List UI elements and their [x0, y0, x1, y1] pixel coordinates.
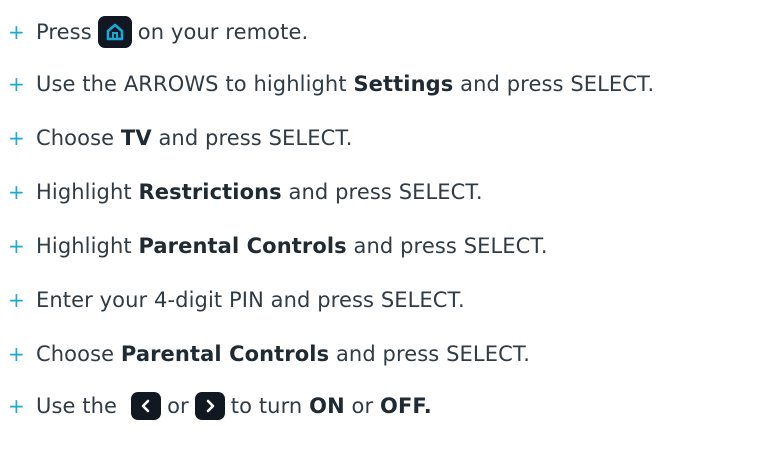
bullet-plus: +	[8, 20, 25, 44]
step-text: Highlight	[36, 233, 139, 258]
step-text: Choose	[36, 125, 121, 150]
step-text: and press SELECT.	[346, 233, 548, 258]
step-2: + Use the ARROWS to highlight Settings a…	[8, 64, 654, 104]
step-4: + Highlight Restrictions and press SELEC…	[8, 172, 483, 212]
step-text: or	[344, 393, 380, 418]
step-6: + Enter your 4-digit PIN and press SELEC…	[8, 280, 465, 320]
bullet-plus: +	[8, 288, 25, 312]
step-text: and press SELECT.	[453, 71, 655, 96]
step-text: Press	[36, 19, 92, 44]
step-text: and press SELECT.	[329, 341, 531, 366]
step-7: + Choose Parental Controls and press SEL…	[8, 334, 530, 374]
step-text: Use the ARROWS to highlight	[36, 71, 354, 96]
bullet-plus: +	[8, 234, 25, 258]
step-text: and press SELECT.	[151, 125, 353, 150]
bullet-plus: +	[8, 180, 25, 204]
bullet-plus: +	[8, 72, 25, 96]
step-text: Highlight	[36, 179, 139, 204]
step-bold: ON	[309, 393, 345, 418]
chevron-right-icon	[194, 392, 225, 420]
step-text: on your remote.	[137, 19, 309, 44]
step-bold: Parental Controls	[138, 233, 347, 258]
step-bold: Settings	[353, 71, 454, 96]
step-text: Use the	[36, 393, 118, 418]
step-1: + Press on your remote.	[8, 12, 308, 52]
step-text: to turn	[230, 393, 310, 418]
chevron-left-icon	[131, 392, 162, 420]
step-8: + Use the or to turn ON or OFF.	[8, 386, 432, 426]
bullet-plus: +	[8, 342, 25, 366]
step-text: Enter your 4-digit PIN and press SELECT.	[36, 287, 465, 312]
step-bold: Restrictions	[138, 179, 282, 204]
step-text: or	[167, 393, 189, 418]
step-5: + Highlight Parental Controls and press …	[8, 226, 548, 266]
step-bold: OFF.	[380, 393, 432, 418]
step-text: Choose	[36, 341, 121, 366]
bullet-plus: +	[8, 126, 25, 150]
home-icon	[97, 16, 132, 48]
step-bold: Parental Controls	[120, 341, 330, 366]
step-3: + Choose TV and press SELECT.	[8, 118, 353, 158]
bullet-plus: +	[8, 394, 25, 418]
step-bold: TV	[120, 125, 152, 150]
step-text: and press SELECT.	[281, 179, 483, 204]
